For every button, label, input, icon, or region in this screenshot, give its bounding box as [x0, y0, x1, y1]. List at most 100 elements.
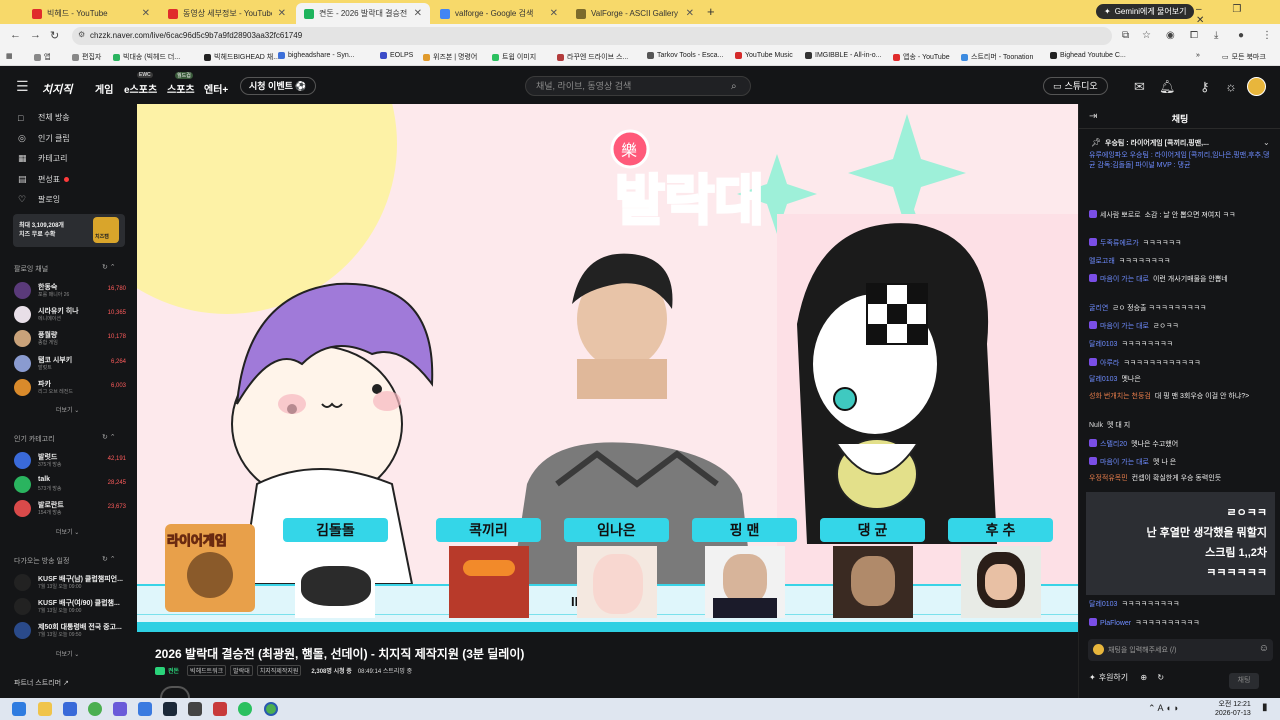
nav-sports[interactable]: 스포츠: [167, 81, 195, 96]
following-channel-item[interactable]: 한동숙 포롤 매니아 26 16,780: [14, 280, 126, 300]
chat-username[interactable]: 우정적유목민: [1089, 475, 1128, 482]
notification-bell-icon[interactable]: 🔔︎: [1159, 79, 1176, 95]
window-controls[interactable]: – ❐ ✕: [1196, 4, 1280, 26]
chat-message[interactable]: 스텔리20 멧나은 수고했어: [1089, 439, 1275, 450]
following-channel-item[interactable]: 파카 리그 오브 레전드 6,003: [14, 377, 126, 397]
category-item[interactable]: 발로란트 154개 방송 23,673: [14, 498, 126, 518]
partner-streamer-link[interactable]: 파트너 스트리머 ↗: [14, 678, 69, 688]
close-icon[interactable]: ✕: [278, 8, 286, 19]
theme-sun-icon[interactable]: ☼: [1225, 79, 1237, 94]
back-icon[interactable]: ←: [10, 29, 21, 41]
chat-input[interactable]: 채팅을 입력해주세요 (/) ☺: [1088, 639, 1273, 661]
chat-message[interactable]: 달레0103 ㅋㅋㅋㅋㅋㅋㅋㅋ: [1089, 340, 1275, 350]
chat-message[interactable]: 굴리연 ㄹㅇ 정승출 ㅋㅋㅋㅋㅋㅋㅋㅋㅋ: [1089, 304, 1275, 314]
category-item[interactable]: talk 573개 방송 28,245: [14, 474, 126, 494]
chat-username[interactable]: 마음이 가는 대로: [1100, 459, 1149, 466]
key-icon[interactable]: ⚷: [1200, 79, 1210, 95]
puzzle-icon[interactable]: ⧠: [1190, 30, 1198, 41]
chat-username[interactable]: 달레0103: [1089, 601, 1117, 608]
app-icon[interactable]: [138, 702, 152, 716]
nav-esports[interactable]: e스포츠: [124, 81, 157, 96]
browser-tab-active[interactable]: 켠돈 - 2026 발락대 결승전 (최✕: [296, 3, 430, 24]
sidebar-menu-item[interactable]: □ 전체 방송: [18, 112, 70, 123]
chrome-icon[interactable]: [88, 702, 102, 716]
bookmark-star-icon[interactable]: ☆: [1142, 30, 1151, 41]
upcoming-refresh-icon[interactable]: ↻ ⌃: [102, 555, 116, 563]
donate-button[interactable]: 후원하기: [1099, 673, 1128, 682]
upcoming-item[interactable]: 제50회 대통령배 전국 중고... 7월 13일 오늘 09:50: [14, 620, 126, 640]
bookmark-item[interactable]: 빅헤드BIGHEAD 채...: [204, 52, 279, 62]
clock[interactable]: 오전 12:21 2026-07-13: [1215, 700, 1251, 718]
chevron-down-icon[interactable]: ⌄: [1263, 138, 1270, 147]
following-channel-item[interactable]: 시라유키 히나 에니메이션 10,365: [14, 304, 126, 324]
chat-username[interactable]: 아루라: [1100, 360, 1119, 367]
studio-button[interactable]: ▭ 스튜디오: [1043, 77, 1108, 95]
upcoming-item[interactable]: KUSF 배구(남) 클럽챔피언... 7월 13일 오늘 09:00: [14, 572, 126, 592]
chat-message[interactable]: 세사람 뽀로로 소감 : 날 안 뽑으면 져여지 ㅋㅋ: [1089, 210, 1275, 221]
chat-username[interactable]: 굴리연: [1089, 305, 1108, 312]
channel-avatar[interactable]: [160, 686, 190, 698]
chat-username[interactable]: 두족류에르가: [1100, 240, 1139, 247]
chat-message[interactable]: 멜로고래 ㅋㅋㅋㅋㅋㅋㅋㅋ: [1089, 257, 1275, 267]
bookmark-item[interactable]: 트윕 이미지: [492, 52, 536, 62]
category-more-button[interactable]: 더보기 ⌄: [56, 527, 79, 536]
bookmark-item[interactable]: 앱: [34, 52, 50, 62]
url-field[interactable]: chzzk.naver.com/live/6cac96d5c9b7a9fd289…: [72, 27, 1112, 45]
bookmark-item[interactable]: YouTube Music: [735, 52, 793, 59]
windows-start-icon[interactable]: [12, 702, 26, 716]
category-item[interactable]: 발럿드 375개 방송 42,191: [14, 450, 126, 470]
chat-message[interactable]: 달레0103 멧나은: [1089, 375, 1275, 385]
discord-icon[interactable]: [113, 702, 127, 716]
file-explorer-icon[interactable]: [38, 702, 52, 716]
bookmark-item[interactable]: 라꾸엔 드라이브 스...: [557, 52, 628, 62]
mission-icon[interactable]: ⊕: [1140, 673, 1147, 682]
donate-icon[interactable]: ✦: [1089, 673, 1096, 682]
sidebar-menu-item[interactable]: ▦ 카테고리: [18, 153, 67, 164]
hamburger-menu-icon[interactable]: ☰: [16, 78, 29, 95]
bookmark-item[interactable]: Tarkov Tools - Esca...: [647, 52, 723, 59]
chat-username[interactable]: 달레0103: [1089, 341, 1117, 348]
chat-message[interactable]: 마음이 가는 대로 ㄹㅇㅋㅋ: [1089, 321, 1275, 332]
pinned-notice-title[interactable]: 우승팀 : 라이어게임 [콕끼리,핑맨,...: [1105, 138, 1255, 148]
chat-username[interactable]: 성화 번개치는 천둥검: [1089, 393, 1151, 400]
apps-grid-icon[interactable]: ▦: [6, 52, 13, 60]
following-channel-item[interactable]: 탬코 시부키 발럿트 6,264: [14, 353, 126, 373]
site-info-icon[interactable]: ⚙: [78, 30, 85, 39]
refresh-icon[interactable]: ↻: [1157, 673, 1164, 682]
chat-message[interactable]: 성화 번개치는 천둥검 대 핑 맨 3회우승 이걸 안 하냐?>: [1089, 392, 1275, 402]
upcoming-more-button[interactable]: 더보기 ⌄: [56, 649, 79, 658]
browser-tab[interactable]: 동영상 세부정보 - YouTube Studio✕: [160, 3, 294, 24]
close-icon[interactable]: ✕: [550, 8, 558, 19]
bookmark-item[interactable]: IMGIBBLE - All-in-o...: [805, 52, 882, 59]
reload-icon[interactable]: ↻: [50, 29, 59, 42]
search-icon[interactable]: ⌕: [731, 81, 737, 92]
cheese-banner[interactable]: 최대 3,109,208개 치즈 무료 수확 치즈캠: [13, 214, 125, 247]
tag-chip[interactable]: 발락대: [230, 665, 253, 676]
app-icon[interactable]: [238, 702, 252, 716]
bookmark-item[interactable]: 빅대송 (빅헤드 더...: [113, 52, 180, 62]
app-icon[interactable]: [188, 702, 202, 716]
browser-tab[interactable]: valforge - Google 검색 ✕: [432, 3, 566, 24]
following-channel-item[interactable]: 풍월량 종합 게임 10,178: [14, 328, 126, 348]
chat-username[interactable]: Nulk: [1089, 422, 1103, 429]
bookmark-item[interactable]: 앱송 - YouTube: [893, 52, 950, 62]
chat-message[interactable]: Nulk 멧 대 지: [1089, 421, 1275, 431]
emoji-icon[interactable]: ☺: [1259, 643, 1269, 654]
following-more-button[interactable]: 더보기 ⌄: [56, 405, 79, 414]
tag-chip[interactable]: 치지직제작지원: [256, 665, 302, 676]
bookmark-item[interactable]: 스트리머 - Toonation: [961, 52, 1033, 62]
extension-icon[interactable]: ◉: [1166, 30, 1175, 41]
chat-username[interactable]: 세사람 뽀로로: [1100, 212, 1141, 219]
chat-message[interactable]: 마음이 가는 대로 이런 개사기매물을 안뽑네: [1089, 274, 1275, 285]
sidebar-menu-item[interactable]: ▤ 편성표: [18, 174, 70, 185]
avatar[interactable]: [1247, 77, 1266, 96]
close-icon[interactable]: ✕: [686, 8, 694, 19]
upcoming-item[interactable]: KUSF 배구(여/90) 클럽챔... 7월 13일 오늘 09:00: [14, 596, 126, 616]
message-icon[interactable]: ✉: [1134, 79, 1145, 95]
forward-icon[interactable]: →: [30, 29, 41, 41]
close-icon[interactable]: ✕: [142, 8, 150, 19]
download-icon[interactable]: ⤓: [1214, 30, 1218, 41]
following-refresh-icon[interactable]: ↻ ⌃: [102, 263, 116, 271]
chat-username[interactable]: 마음이 가는 대로: [1100, 276, 1149, 283]
watch-event-button[interactable]: 시청 이벤트 ⚽: [240, 77, 316, 95]
